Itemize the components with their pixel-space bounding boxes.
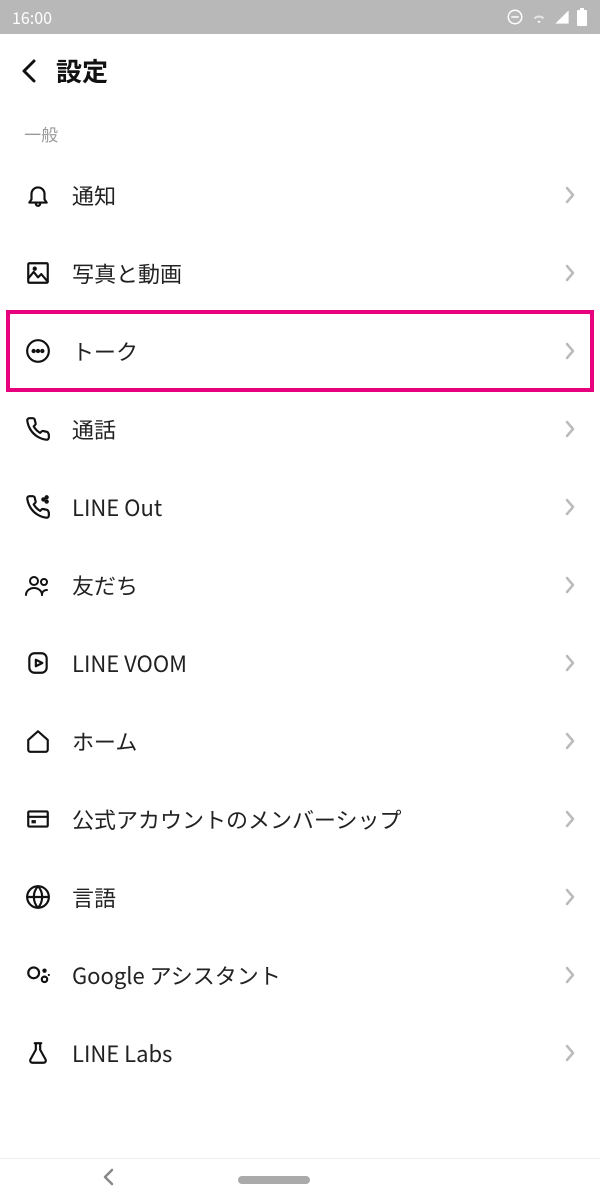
settings-item-label: 言語: [72, 881, 564, 913]
page-title: 設定: [56, 52, 108, 89]
chevron-right-icon: [564, 419, 576, 439]
settings-item-notifications[interactable]: 通知: [0, 156, 600, 234]
settings-header: 設定: [0, 34, 600, 113]
settings-item-line-out[interactable]: LINE Out: [0, 468, 600, 546]
nav-home-pill[interactable]: [238, 1176, 310, 1184]
android-nav-bar: [0, 1158, 600, 1200]
chevron-right-icon: [564, 497, 576, 517]
globe-icon: [24, 883, 52, 911]
chevron-right-icon: [564, 887, 576, 907]
signal-icon: [554, 9, 570, 25]
chevron-right-icon: [564, 1043, 576, 1063]
settings-item-calls[interactable]: 通話: [0, 390, 600, 468]
settings-item-official-membership[interactable]: 公式アカウントのメンバーシップ: [0, 780, 600, 858]
dnd-icon: [506, 8, 524, 26]
settings-item-label: 友だち: [72, 569, 564, 601]
chevron-right-icon: [564, 809, 576, 829]
chevron-right-icon: [564, 965, 576, 985]
settings-item-label: LINE VOOM: [72, 647, 564, 679]
settings-item-label: 写真と動画: [72, 257, 564, 289]
phone-out-icon: [24, 493, 52, 521]
friends-icon: [24, 571, 52, 599]
settings-item-google-assistant[interactable]: Google アシスタント: [0, 936, 600, 1014]
settings-item-line-labs[interactable]: LINE Labs: [0, 1014, 600, 1092]
flask-icon: [24, 1039, 52, 1067]
chevron-right-icon: [564, 185, 576, 205]
settings-item-label: LINE Out: [72, 491, 564, 523]
settings-item-label: ホーム: [72, 725, 564, 757]
membership-card-icon: [24, 805, 52, 833]
section-label-general: 一般: [0, 113, 600, 156]
settings-item-label: トーク: [72, 335, 564, 367]
status-time: 16:00: [12, 5, 52, 29]
back-icon[interactable]: [20, 57, 38, 85]
settings-item-friends[interactable]: 友だち: [0, 546, 600, 624]
settings-item-line-voom[interactable]: LINE VOOM: [0, 624, 600, 702]
settings-item-talk[interactable]: トーク: [0, 312, 600, 390]
image-icon: [24, 259, 52, 287]
settings-item-label: LINE Labs: [72, 1037, 564, 1069]
status-bar: 16:00: [0, 0, 600, 34]
voom-icon: [24, 649, 52, 677]
nav-back-icon[interactable]: [99, 1167, 119, 1192]
chevron-right-icon: [564, 341, 576, 361]
phone-icon: [24, 415, 52, 443]
wifi-icon: [530, 8, 548, 26]
settings-item-label: 通話: [72, 413, 564, 445]
chat-icon: [24, 337, 52, 365]
settings-item-language[interactable]: 言語: [0, 858, 600, 936]
settings-item-photos-videos[interactable]: 写真と動画: [0, 234, 600, 312]
home-icon: [24, 727, 52, 755]
settings-item-home[interactable]: ホーム: [0, 702, 600, 780]
status-icons: [506, 8, 588, 26]
chevron-right-icon: [564, 263, 576, 283]
settings-item-label: 通知: [72, 179, 564, 211]
chevron-right-icon: [564, 575, 576, 595]
settings-item-label: 公式アカウントのメンバーシップ: [72, 803, 564, 835]
battery-icon: [576, 8, 588, 26]
chevron-right-icon: [564, 653, 576, 673]
bell-icon: [24, 181, 52, 209]
chevron-right-icon: [564, 731, 576, 751]
settings-item-label: Google アシスタント: [72, 959, 564, 991]
google-assistant-icon: [24, 961, 52, 989]
